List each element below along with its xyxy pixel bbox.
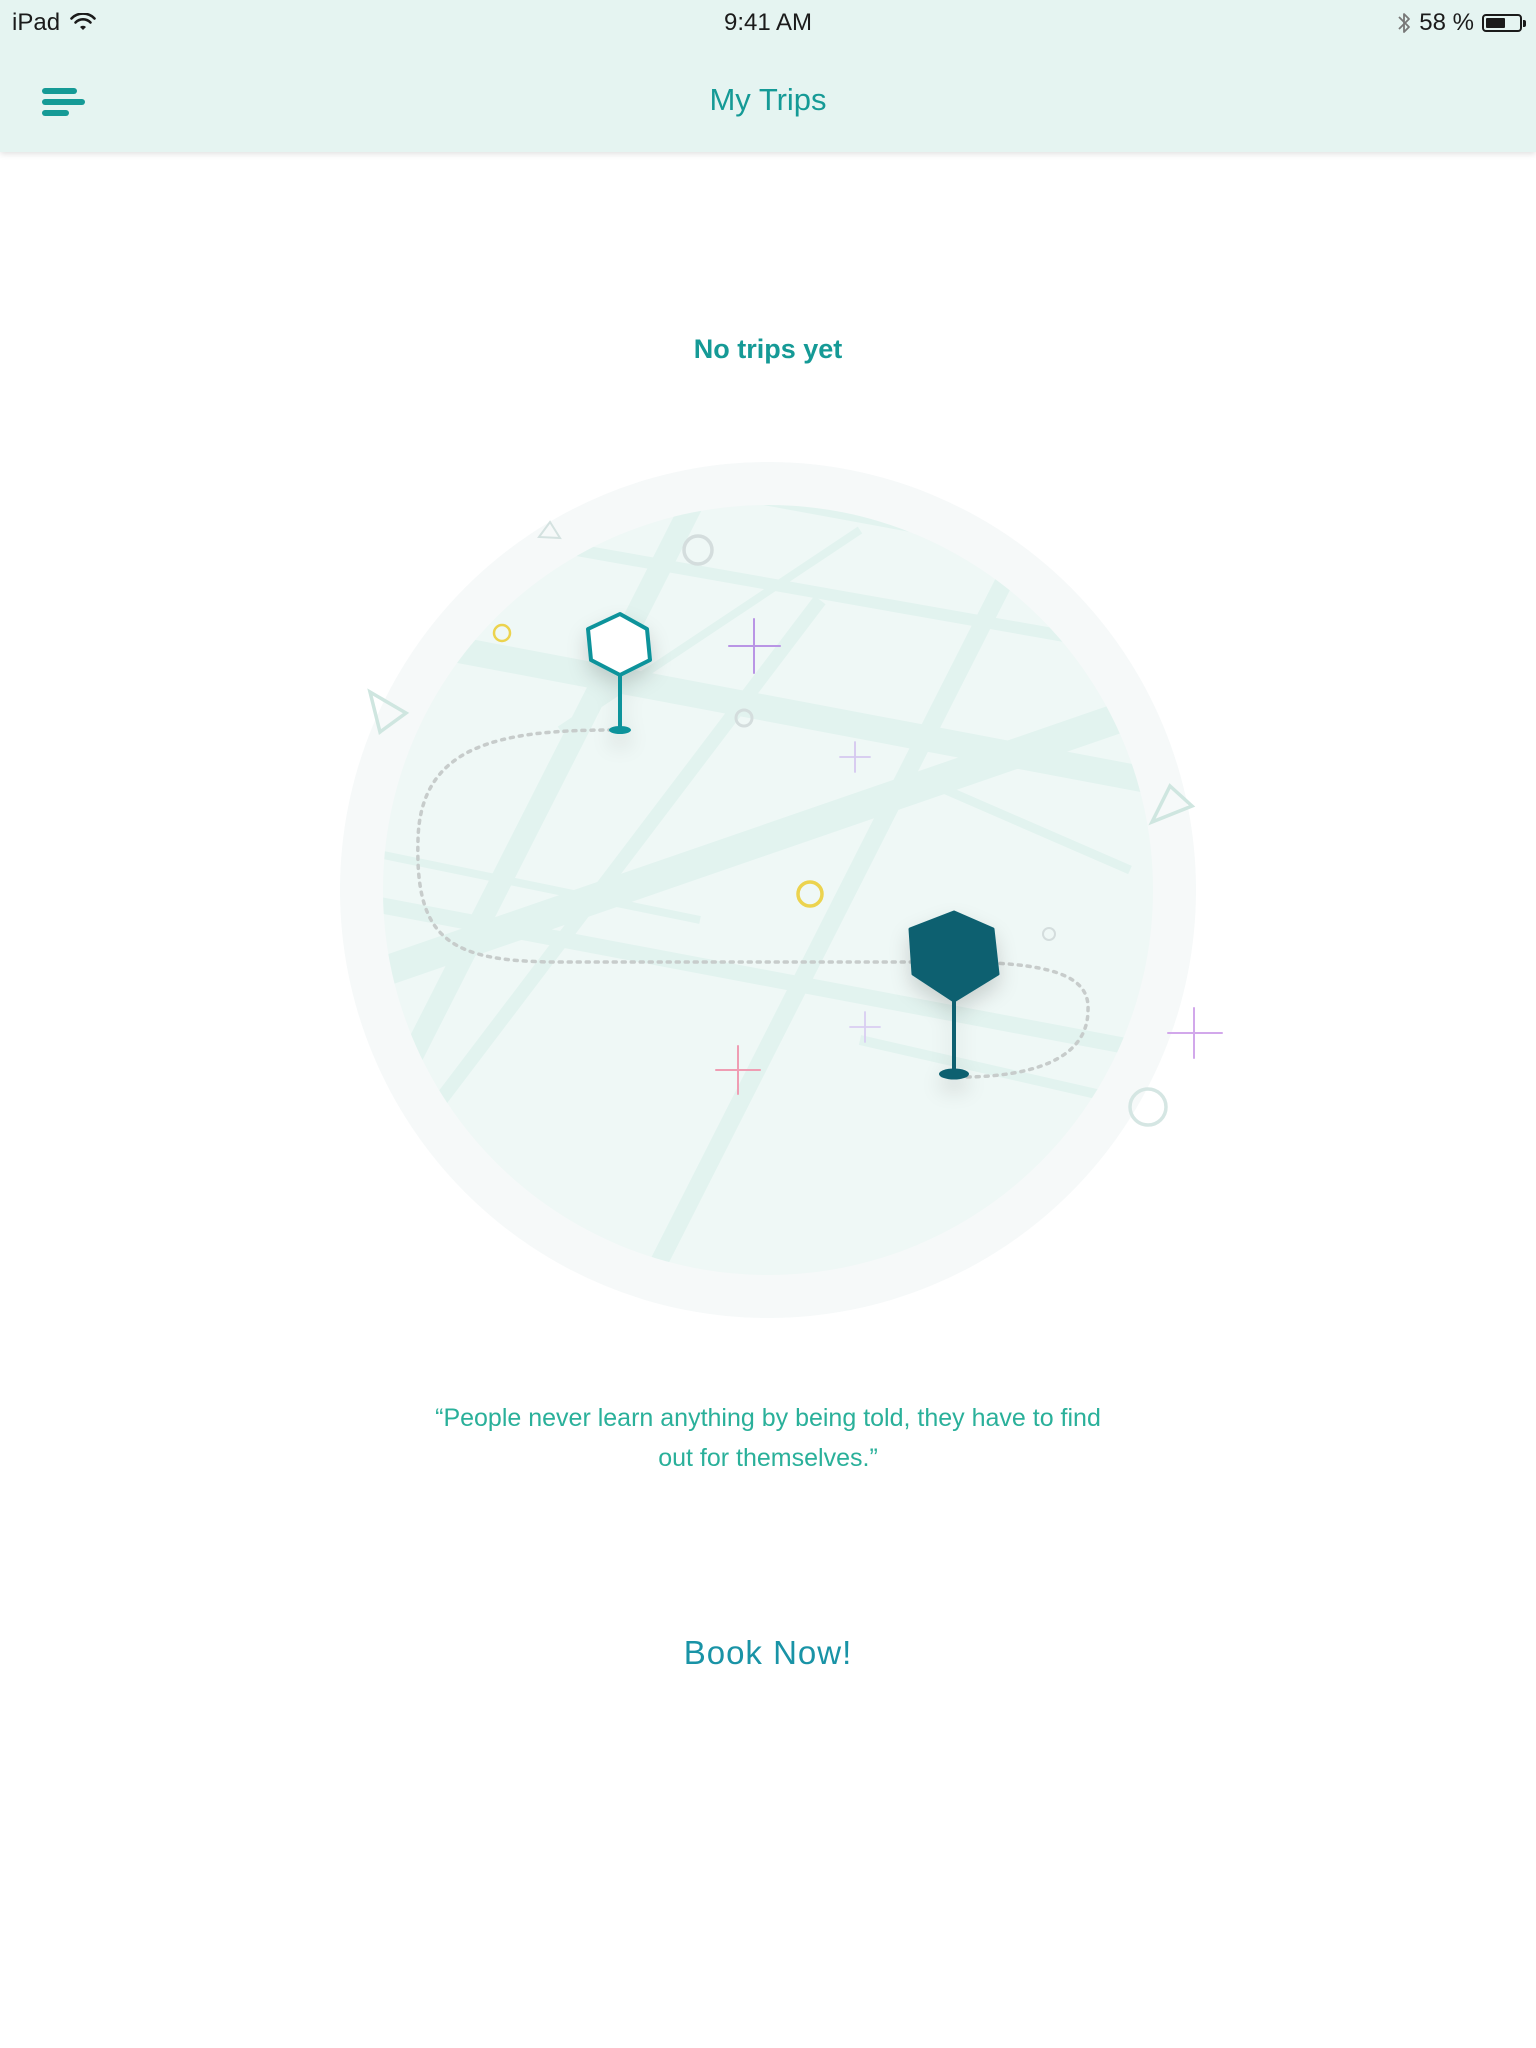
top-bar: iPad 9:41 AM 58 % My Trips <box>0 0 1536 152</box>
page-title: My Trips <box>709 82 827 117</box>
battery-icon <box>1482 14 1526 32</box>
map-route-illustration <box>340 462 1223 1318</box>
status-right: 58 % <box>1397 6 1526 40</box>
status-time: 9:41 AM <box>723 9 813 36</box>
battery-level-fill <box>1486 18 1505 28</box>
battery-percent: 58 % <box>1419 9 1474 36</box>
bluetooth-icon <box>1398 13 1411 33</box>
